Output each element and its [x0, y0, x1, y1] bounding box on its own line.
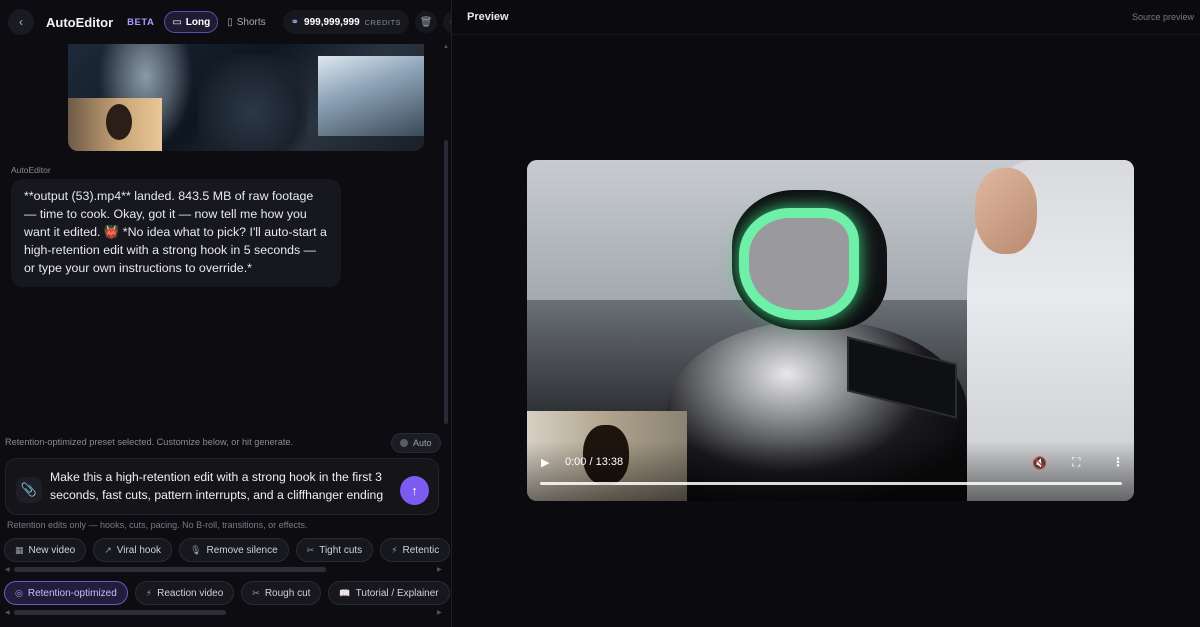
quick-action-viral-hook[interactable]: ↗ Viral hook — [93, 538, 173, 562]
assistant-message: **output (53).mp4** landed. 843.5 MB of … — [11, 179, 341, 287]
fullscreen-button[interactable]: ⛶ — [1072, 455, 1080, 470]
long-label: Long — [185, 16, 211, 28]
chip-label: Remove silence — [206, 544, 278, 556]
presets-scrollbar[interactable] — [14, 610, 226, 615]
trending-icon: ↗ — [104, 544, 112, 555]
preset-retention-optimized[interactable]: ◎ Retention-optimized — [4, 581, 128, 605]
uploaded-video-thumbnail[interactable] — [68, 44, 424, 151]
preview-panel: Preview Source preview ▶ 0:00 / 13:38 🔇 … — [452, 0, 1200, 627]
mute-button[interactable]: 🔇 — [1032, 456, 1047, 470]
composer-hint: Retention edits only — hooks, cuts, paci… — [7, 520, 308, 530]
chip-label: Rough cut — [264, 587, 311, 599]
message-sender: AutoEditor — [11, 165, 51, 175]
chip-label: Tight cuts — [319, 544, 363, 556]
scroll-right-arrow[interactable]: ▶ — [437, 566, 442, 573]
quick-action-remove-silence[interactable]: 🎙 Remove silence — [179, 538, 289, 562]
long-format-button[interactable]: ▭ Long — [164, 11, 219, 33]
beta-badge: BETA — [127, 16, 155, 28]
preset-status-text: Retention-optimized preset selected. Cus… — [5, 437, 294, 447]
trash-button[interactable]: 🗑 — [415, 11, 438, 33]
phone-icon: ▯ — [227, 16, 233, 28]
quick-action-retention[interactable]: ⚡ Retentic — [380, 538, 451, 562]
scroll-left-arrow[interactable]: ◀ — [5, 566, 10, 573]
thumbnail-face — [106, 104, 132, 140]
auto-toggle[interactable]: Auto — [391, 433, 441, 453]
film-icon: ▦ — [15, 544, 24, 555]
arrow-up-icon: ↑ — [411, 483, 418, 498]
preview-title: Preview — [467, 11, 509, 23]
mic-icon: 🎙 — [190, 544, 202, 555]
source-preview-link[interactable]: Source preview — [1132, 12, 1194, 22]
thumbnail-monitor — [318, 56, 424, 136]
send-button[interactable]: ↑ — [400, 476, 429, 505]
coins-icon: ⚭ — [290, 16, 300, 28]
app-root: ‹ AutoEditor BETA ▭ Long ▯ Shorts ⚭ 999,… — [0, 0, 1200, 627]
credits-badge[interactable]: ⚭ 999,999,999 CREDITS — [282, 10, 410, 34]
quick-actions-scrollbar[interactable] — [14, 567, 326, 572]
chevron-left-icon: ‹ — [19, 15, 23, 29]
scroll-right-arrow[interactable]: ▶ — [437, 609, 442, 616]
credits-value: 999,999,999 — [304, 16, 360, 28]
shorts-format-button[interactable]: ▯ Shorts — [220, 11, 272, 33]
preset-tutorial-explainer[interactable]: 📖 Tutorial / Explainer — [328, 581, 450, 605]
preview-header-divider — [452, 34, 1200, 35]
auto-label: Auto — [413, 438, 432, 448]
play-button[interactable]: ▶ — [541, 456, 549, 469]
preset-rough-cut[interactable]: ✂ Rough cut — [241, 581, 322, 605]
thumbnail-figure-center — [198, 54, 308, 151]
settings-button[interactable]: ⚙ — [443, 11, 451, 33]
chip-label: Reaction video — [157, 587, 224, 599]
scroll-left-arrow[interactable]: ◀ — [5, 609, 10, 616]
app-title: AutoEditor — [46, 14, 114, 30]
preset-reaction-video[interactable]: ⚡ Reaction video — [134, 581, 235, 605]
scroll-up-arrow[interactable]: ▲ — [443, 44, 449, 50]
prompt-composer: 📎 Make this a high-retention edit with a… — [5, 458, 439, 515]
video-time: 0:00 / 13:38 — [565, 456, 624, 468]
trash-icon: 🗑 — [419, 16, 433, 28]
quick-action-new-video[interactable]: ▦ New video — [4, 538, 87, 562]
format-toggle: ▭ Long ▯ Shorts — [164, 11, 272, 33]
chip-label: Retention-optimized — [27, 587, 117, 599]
more-options-button[interactable]: ⋮ — [1112, 455, 1124, 469]
chip-label: Retentic — [402, 544, 440, 556]
chat-scrollbar[interactable] — [444, 140, 448, 424]
top-bar: ‹ AutoEditor BETA ▭ Long ▯ Shorts ⚭ 999,… — [0, 0, 451, 44]
scissors-icon: ✂ — [306, 544, 315, 555]
video-progress-bar[interactable] — [540, 482, 1122, 485]
attach-button[interactable]: 📎 — [16, 477, 42, 503]
auto-indicator-dot — [400, 439, 408, 447]
scissors-icon: ✂ — [252, 587, 260, 598]
paperclip-icon: 📎 — [20, 482, 38, 497]
chat-panel: ‹ AutoEditor BETA ▭ Long ▯ Shorts ⚭ 999,… — [0, 0, 452, 627]
video-man-head — [975, 168, 1037, 254]
book-icon: 📖 — [339, 587, 351, 598]
chip-label: Tutorial / Explainer — [355, 587, 439, 599]
chip-label: New video — [28, 544, 76, 556]
presets-row: ◎ Retention-optimized ⚡ Reaction video ✂… — [4, 581, 451, 605]
thumbnail-webcam-overlay — [68, 98, 162, 151]
video-controls-gradient — [527, 441, 1134, 501]
credits-label: CREDITS — [364, 17, 402, 27]
bolt-icon: ⚡ — [391, 544, 398, 555]
quick-actions-row: ▦ New video ↗ Viral hook 🎙 Remove silenc… — [4, 538, 451, 562]
prompt-input[interactable]: Make this a high-retention edit with a s… — [50, 468, 390, 504]
quick-action-tight-cuts[interactable]: ✂ Tight cuts — [295, 538, 374, 562]
bolt-icon: ⚡ — [145, 587, 153, 598]
video-robot-visor — [739, 208, 859, 320]
shorts-label: Shorts — [236, 16, 266, 28]
monitor-icon: ▭ — [172, 16, 182, 28]
chip-label: Viral hook — [116, 544, 162, 556]
back-button[interactable]: ‹ — [8, 9, 34, 35]
target-icon: ◎ — [15, 587, 23, 598]
video-player[interactable]: ▶ 0:00 / 13:38 🔇 ⛶ ⋮ — [527, 160, 1134, 501]
